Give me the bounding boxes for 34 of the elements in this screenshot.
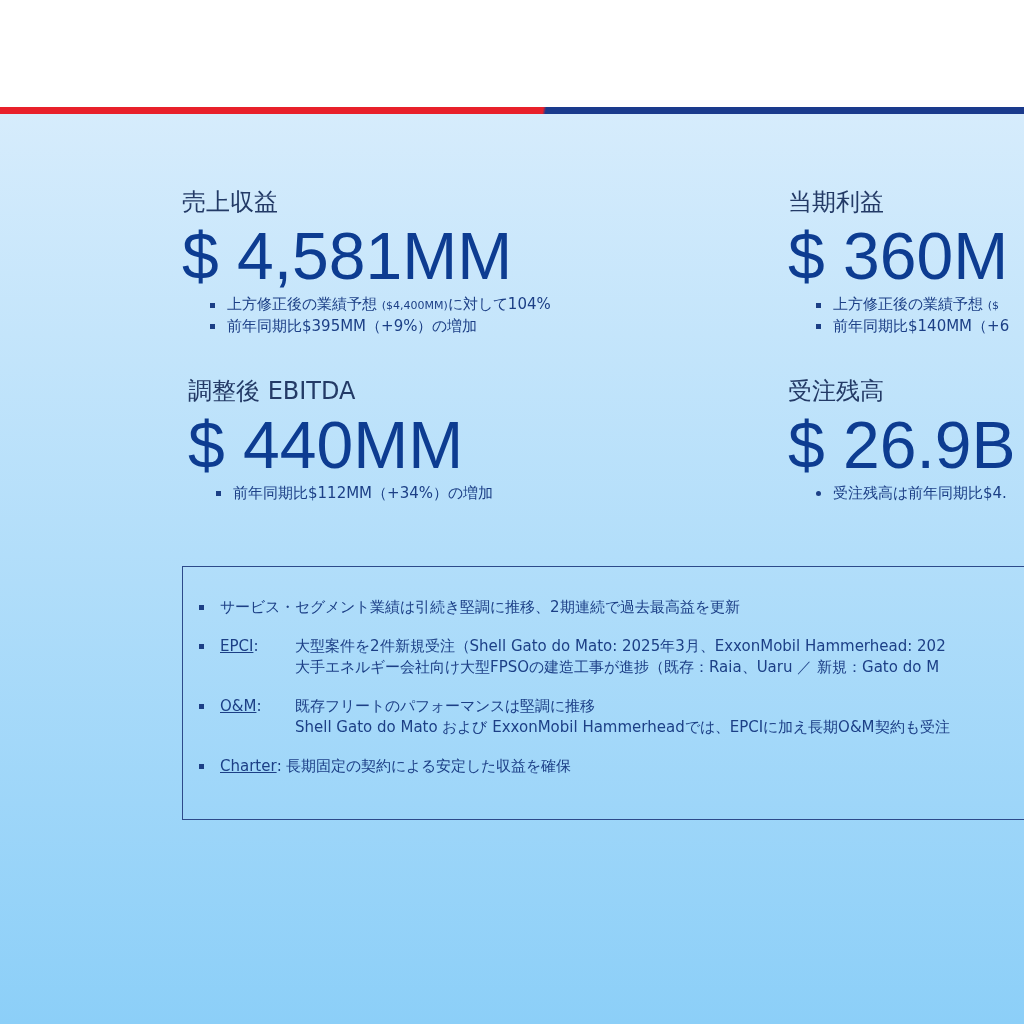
colon-text: : (253, 636, 259, 657)
bullet-icon (216, 491, 221, 496)
colon-text: : (276, 756, 282, 777)
metric-label: 調整後 EBITDA (188, 376, 357, 407)
metric-label: 売上収益 (182, 187, 279, 218)
highlight-text: 長期固定の契約による安定した収益を確保 (285, 756, 571, 777)
metric-label: 当期利益 (788, 187, 885, 218)
highlight-text: Shell Gato do Mato および ExxonMobil Hammerheadでは、EPCIに加え長期O&M契約も受注 (295, 717, 950, 738)
highlight-text: 大型案件を2件新規受注（Shell Gato do Mato: 2025年3月、ExxonMobil Hammerhead: 202 (295, 636, 946, 657)
bullet-icon (816, 302, 821, 308)
bullet-icon (199, 605, 204, 610)
highlight-text: 既存フリートのパフォーマンスは堅調に推移 (295, 696, 596, 717)
segment-link[interactable]: O&M (220, 696, 257, 717)
bullet-icon (210, 324, 215, 329)
metric-value: $ 360M (788, 218, 1010, 294)
metric-value: $ 440MM (188, 407, 465, 483)
metric-value: $ 4,581MM (182, 218, 514, 294)
bullet-text: 前年同期比$395MM（+9%）の増加 (227, 316, 478, 337)
bullet-text: 受注残高は前年同期比$4. (833, 483, 1007, 504)
segment-link[interactable]: EPCI (220, 636, 254, 657)
bullet-text: 前年同期比$140MM（+6 (833, 316, 1010, 337)
bullet-icon (210, 302, 215, 308)
bullet-icon (816, 491, 821, 496)
colon-text: : (256, 696, 262, 717)
bullet-text: 前年同期比$112MM（+34%）の増加 (233, 483, 493, 504)
highlight-text: サービス・セグメント業績は引続き堅調に推移、2期連続で過去最高益を更新 (220, 597, 740, 618)
bullet-icon (816, 324, 821, 329)
segment-link[interactable]: Charter (220, 756, 277, 777)
bullet-icon (199, 704, 204, 709)
highlight-text: 大手エネルギー会社向け大型FPSOの建造工事が進捗（既存：Raia、Uaru ／ 新規：Gato do M (295, 657, 941, 678)
bullet-icon (199, 644, 204, 649)
metric-value: $ 26.9B (788, 407, 1017, 483)
bullet-icon (199, 764, 204, 769)
metric-label: 受注残高 (788, 376, 885, 407)
